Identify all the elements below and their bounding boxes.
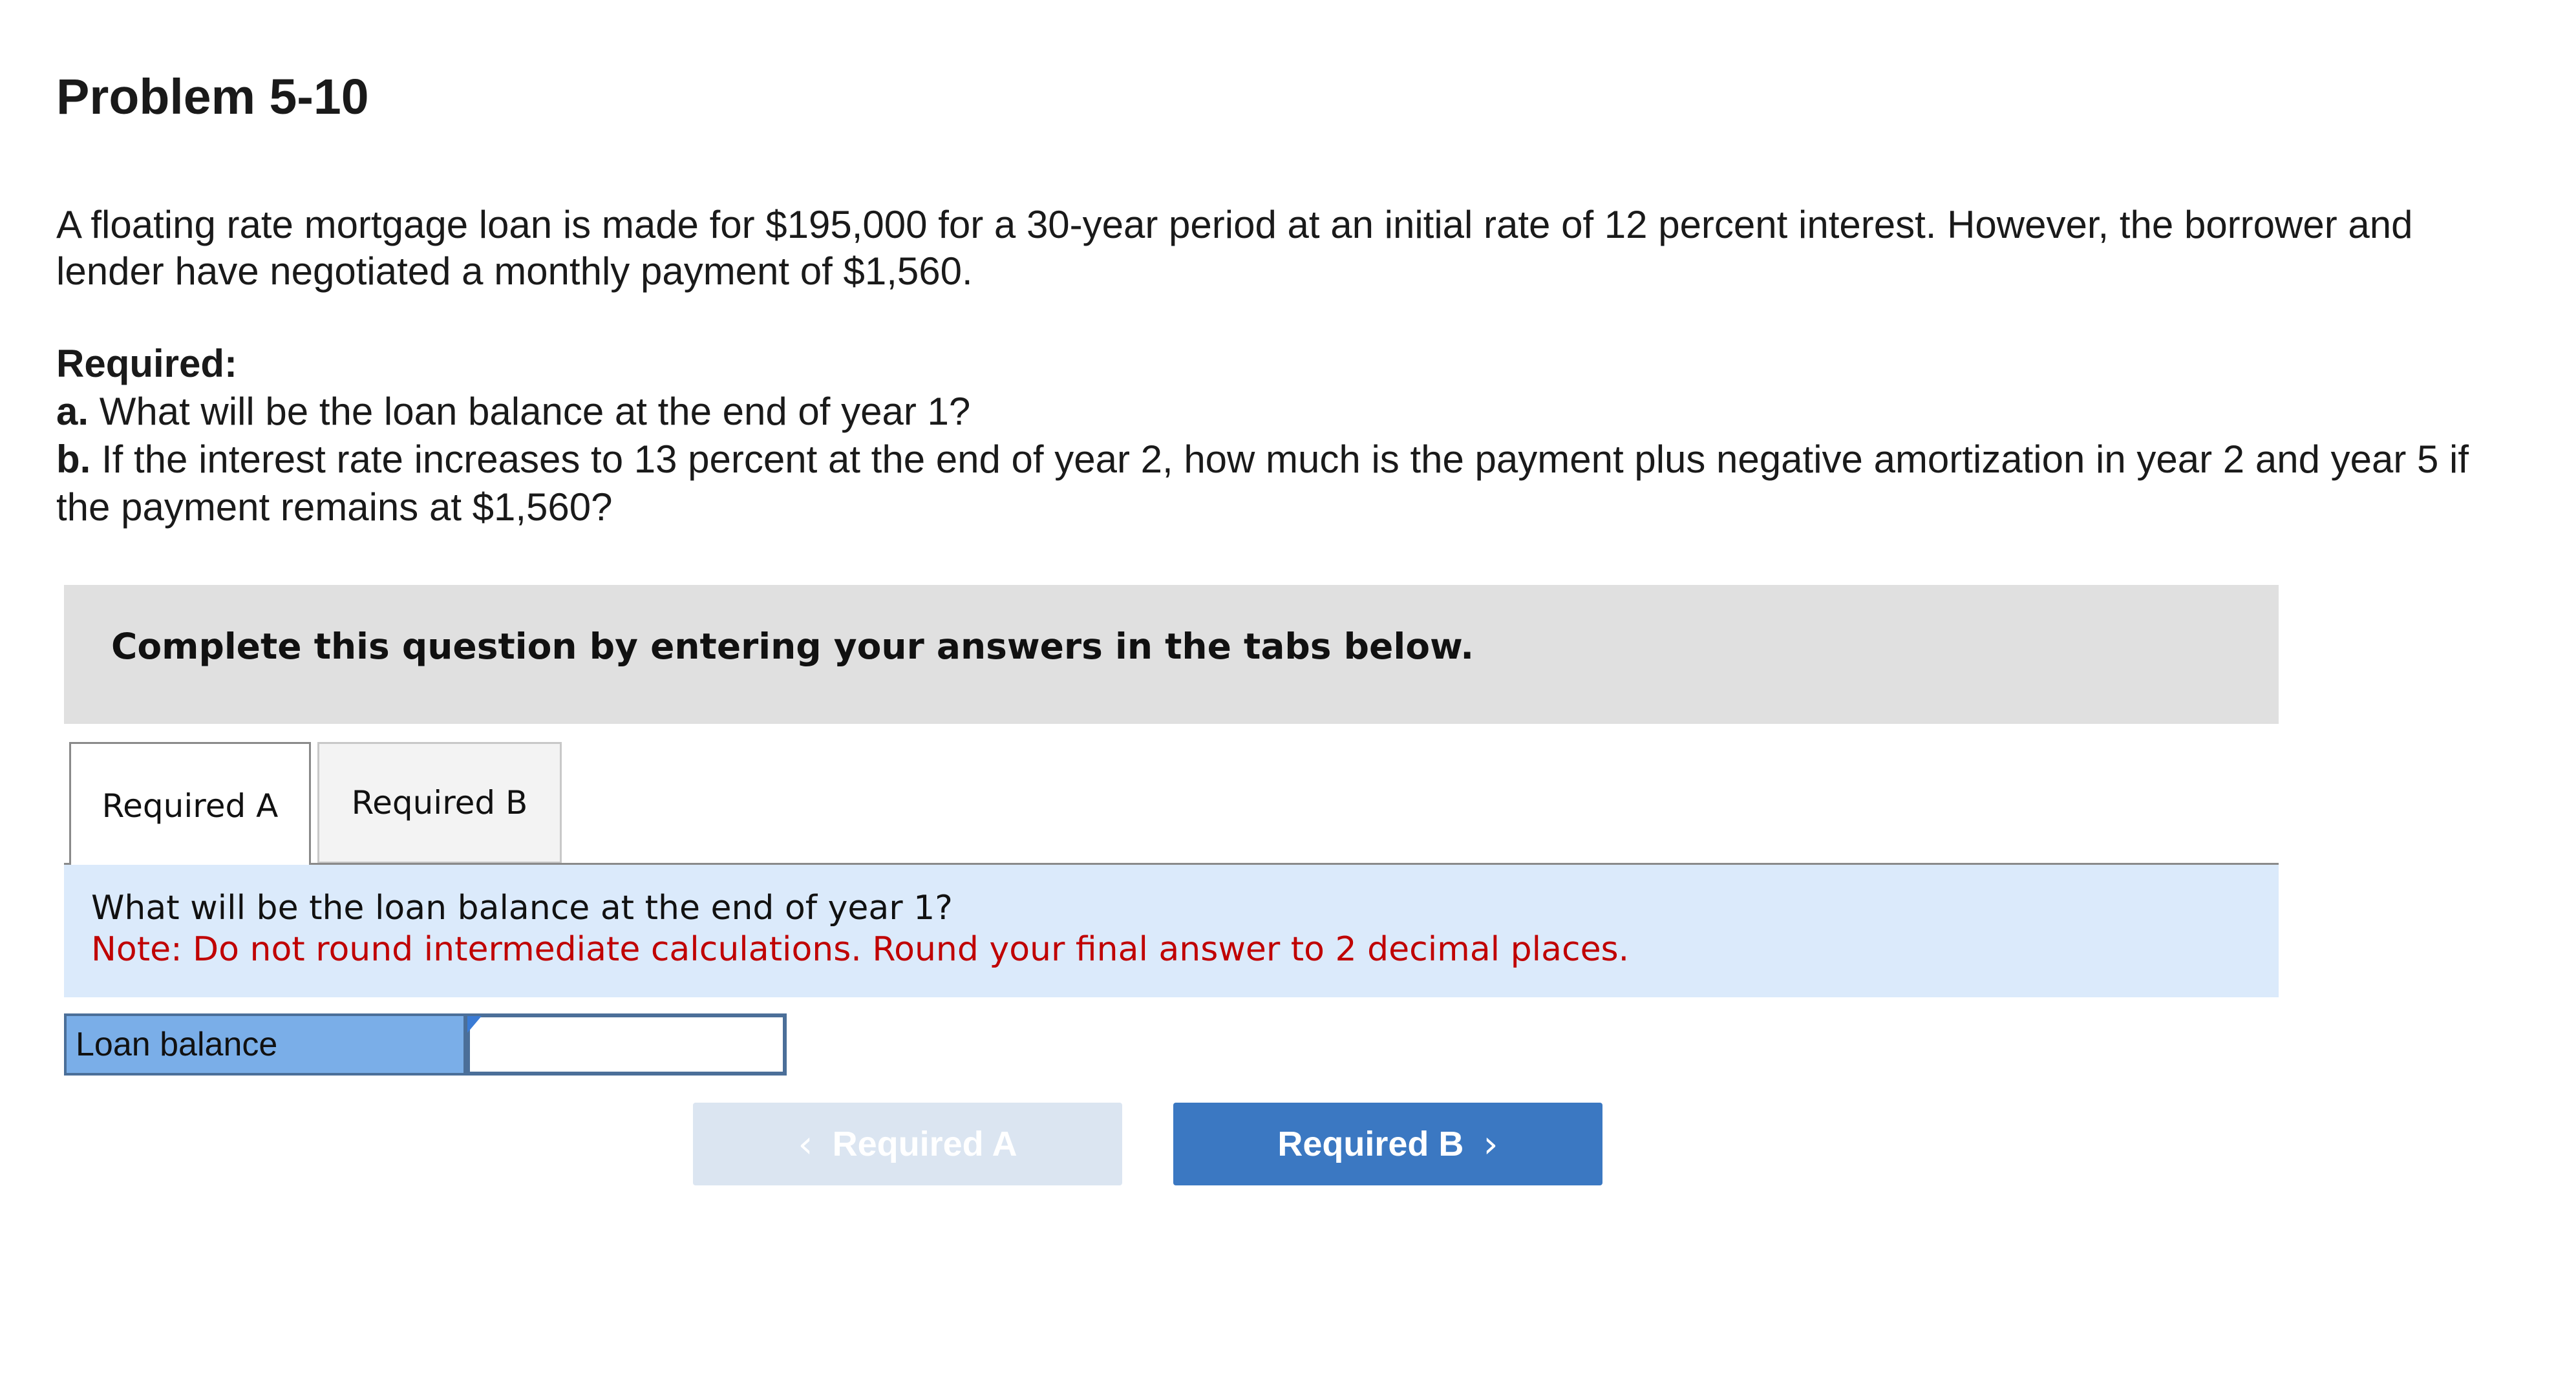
rounding-note: Note: Do not round intermediate calculat…	[91, 930, 1630, 969]
instruction-text: Complete this question by entering your …	[111, 626, 1474, 667]
next-required-b-button[interactable]: Required B ›	[1173, 1103, 1602, 1185]
chevron-left-icon: ‹	[798, 1122, 813, 1166]
prev-required-a-button[interactable]: ‹ Required A	[693, 1103, 1122, 1185]
required-section: Required: a. What will be the loan balan…	[56, 340, 2526, 531]
required-item-b: b. If the interest rate increases to 13 …	[56, 436, 2526, 531]
required-item-a: a. What will be the loan balance at the …	[56, 388, 2526, 436]
question-text: What will be the loan balance at the end…	[91, 889, 953, 928]
required-heading: Required:	[56, 342, 238, 385]
required-item-letter: a.	[56, 390, 89, 433]
chevron-right-icon: ›	[1483, 1122, 1498, 1166]
input-marker-icon	[467, 1016, 482, 1033]
loan-balance-label: Loan balance	[64, 1013, 466, 1076]
answer-row: Loan balance	[64, 1013, 787, 1076]
required-item-text: What will be the loan balance at the end…	[99, 390, 971, 433]
instruction-banner: Complete this question by entering your …	[64, 585, 2279, 724]
required-item-text: If the interest rate increases to 13 per…	[56, 438, 2469, 529]
tab-required-a[interactable]: Required A	[69, 742, 311, 867]
question-panel: What will be the loan balance at the end…	[64, 865, 2279, 997]
page-title: Problem 5-10	[56, 69, 369, 125]
problem-statement: A floating rate mortgage loan is made fo…	[56, 203, 2413, 293]
prev-button-label: Required A	[832, 1125, 1017, 1163]
loan-balance-input[interactable]	[466, 1013, 787, 1076]
tab-required-b[interactable]: Required B	[317, 742, 562, 864]
next-button-label: Required B	[1277, 1125, 1464, 1163]
required-item-letter: b.	[56, 438, 91, 481]
